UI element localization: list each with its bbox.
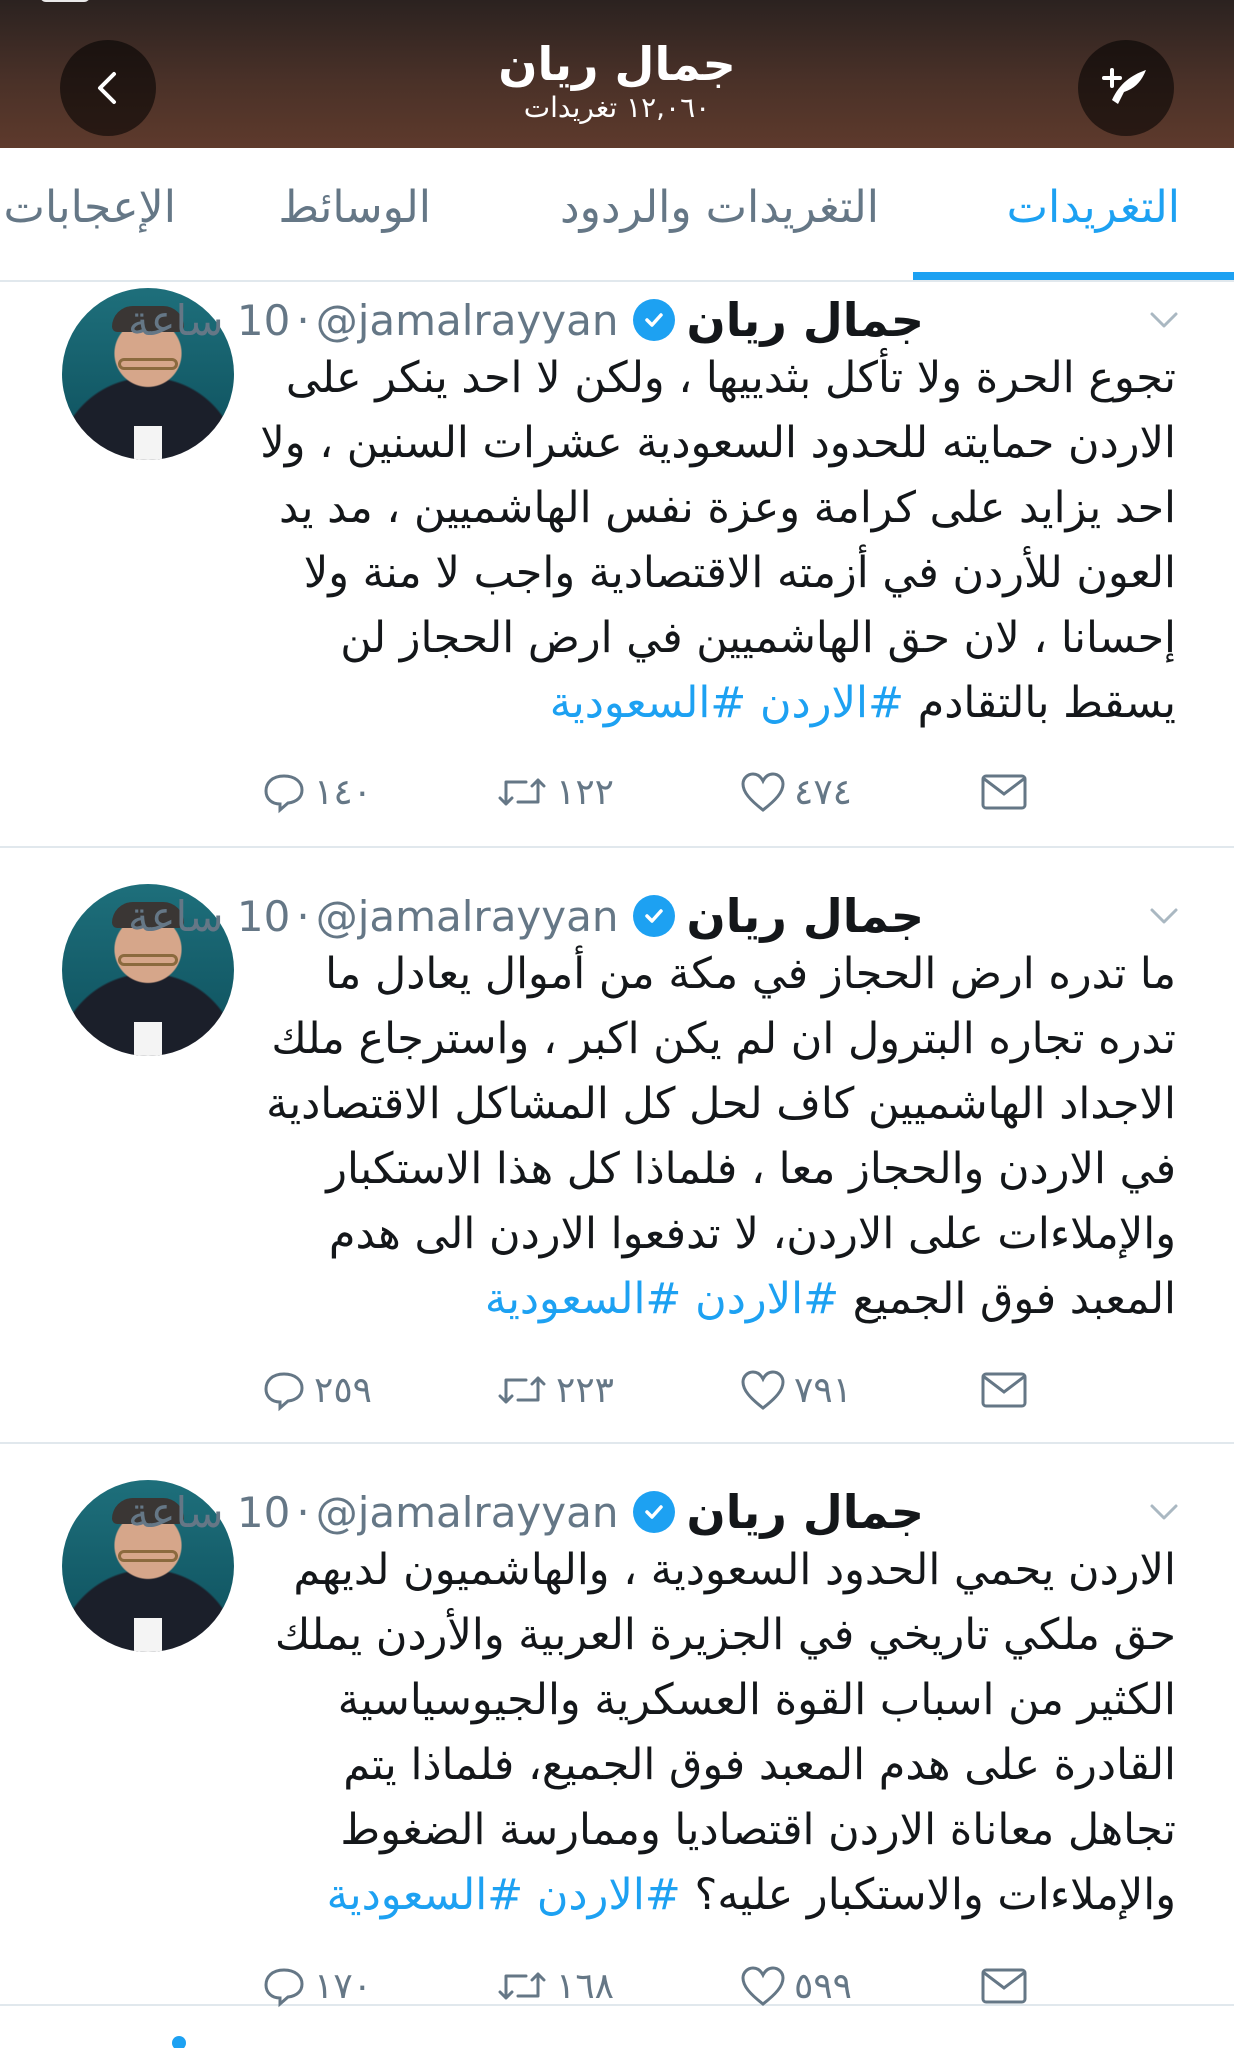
chevron-down-icon[interactable] [1144,300,1184,340]
tweet-card[interactable]: جمال ريان @jamalrayyan · 10 ساعة الاردن … [0,1444,1234,2008]
profile-name-title: جمال ريان [498,37,736,91]
reply-icon [264,1968,304,2008]
reply-button[interactable]: ١٤٠ [262,762,372,822]
tweet-text-body: ما تدره ارض الحجاز في مكة من أموال يعادل… [266,949,1176,1324]
tab-tweets-and-replies[interactable]: التغريدات والردود [560,178,879,238]
like-button[interactable]: ٥٩٩ [740,1956,852,2016]
tweet-author-name[interactable]: جمال ريان [687,293,924,347]
tweet-handle[interactable]: @jamalrayyan [316,892,619,941]
direct-message-button[interactable] [980,1956,1028,2016]
separator-dot: · [296,891,310,941]
reply-count: ١٧٠ [314,1965,373,2007]
avatar-glasses [118,954,178,966]
tab-media[interactable]: الوسائط [278,178,431,238]
retweet-button[interactable]: ١٢٢ [496,762,614,822]
separator-dot: · [296,295,310,345]
tweet-actions: ١٧٠ ١٦٨ ٥٩٩ [0,1956,1234,2016]
heart-icon [741,772,785,812]
tweet-text-body: تجوع الحرة ولا تأكل بثدييها ، ولكن لا اح… [260,353,1176,728]
like-button[interactable]: ٤٧٤ [740,762,852,822]
envelope-icon [981,1372,1027,1408]
tweet-time[interactable]: 10 ساعة [128,892,290,941]
tab-likes[interactable]: الإعجابات [4,178,176,238]
tweet-header: جمال ريان @jamalrayyan · 10 ساعة [128,290,924,350]
tweet-handle[interactable]: @jamalrayyan [316,296,619,345]
profile-tabs: التغريدات التغريدات والردود الوسائط الإع… [0,148,1234,282]
compose-button[interactable] [1078,40,1174,136]
tweet-text: ما تدره ارض الحجاز في مكة من أموال يعادل… [256,942,1176,1332]
status-bar [0,0,1234,6]
reply-count: ٢٥٩ [314,1369,373,1411]
bottom-nav-indicator [172,2036,186,2048]
status-bar-fragment [40,0,90,2]
retweet-count: ١٢٢ [556,771,615,813]
reply-icon [264,774,304,814]
chevron-down-icon[interactable] [1144,1492,1184,1532]
tweet-text: الاردن يحمي الحدود السعودية ، والهاشميون… [256,1538,1176,1928]
tweet-author-name[interactable]: جمال ريان [687,1485,924,1539]
tweet-header: جمال ريان @jamalrayyan · 10 ساعة [128,886,924,946]
reply-count: ١٤٠ [314,771,373,813]
tweet-time[interactable]: 10 ساعة [128,296,290,345]
like-button[interactable]: ٧٩١ [740,1360,852,1420]
heart-icon [741,1966,785,2006]
avatar-shirt [134,1618,162,1652]
retweet-button[interactable]: ٢٢٣ [496,1360,614,1420]
retweet-count: ١٦٨ [556,1965,615,2007]
avatar-glasses [118,1550,178,1562]
verified-badge-icon [632,1491,675,1533]
avatar-glasses [118,358,178,370]
tweet-card[interactable]: جمال ريان @jamalrayyan · 10 ساعة تجوع ال… [0,282,1234,848]
retweet-count: ٢٢٣ [556,1369,615,1411]
verified-badge-icon [632,895,675,937]
tweet-actions: ١٤٠ ١٢٢ ٤٧٤ [0,762,1234,822]
tweet-actions: ٢٥٩ ٢٢٣ ٧٩١ [0,1360,1234,1420]
tweet-handle[interactable]: @jamalrayyan [316,1488,619,1537]
reply-button[interactable]: ٢٥٩ [262,1360,372,1420]
active-tab-indicator [913,272,1234,280]
like-count: ٥٩٩ [794,1965,853,2007]
retweet-icon [498,1972,546,2000]
retweet-icon [498,778,546,806]
profile-header: جمال ريان ١٢,٠٦٠ تغريدات [0,0,1234,148]
tweet-card[interactable]: جمال ريان @jamalrayyan · 10 ساعة ما تدره… [0,848,1234,1444]
tweet-header: جمال ريان @jamalrayyan · 10 ساعة [128,1482,924,1542]
avatar-shirt [134,426,162,460]
direct-message-button[interactable] [980,762,1028,822]
direct-message-button[interactable] [980,1360,1028,1420]
reply-button[interactable]: ١٧٠ [262,1956,372,2016]
tab-tweets[interactable]: التغريدات [1007,178,1180,238]
like-count: ٧٩١ [794,1369,853,1411]
reply-icon [264,1372,304,1412]
compose-tweet-icon [1102,68,1146,104]
like-count: ٤٧٤ [794,771,853,813]
tweet-hashtags[interactable]: #الاردن #السعودية [485,1274,839,1324]
avatar-shirt [134,1022,162,1056]
tweet-count: ١٢,٠٦٠ تغريدات [523,91,711,124]
retweet-icon [498,1376,546,1404]
chevron-down-icon[interactable] [1144,896,1184,936]
retweet-button[interactable]: ١٦٨ [496,1956,614,2016]
envelope-icon [981,774,1027,810]
envelope-icon [981,1968,1027,2004]
tweet-text-body: الاردن يحمي الحدود السعودية ، والهاشميون… [274,1545,1176,1920]
tweet-hashtags[interactable]: #الاردن #السعودية [327,1870,681,1920]
heart-icon [741,1370,785,1410]
separator-dot: · [296,1487,310,1537]
verified-badge-icon [632,299,675,341]
tweet-time[interactable]: 10 ساعة [128,1488,290,1537]
tweet-text: تجوع الحرة ولا تأكل بثدييها ، ولكن لا اح… [256,346,1176,736]
tweet-author-name[interactable]: جمال ريان [687,889,924,943]
tweet-hashtags[interactable]: #الاردن #السعودية [550,678,904,728]
